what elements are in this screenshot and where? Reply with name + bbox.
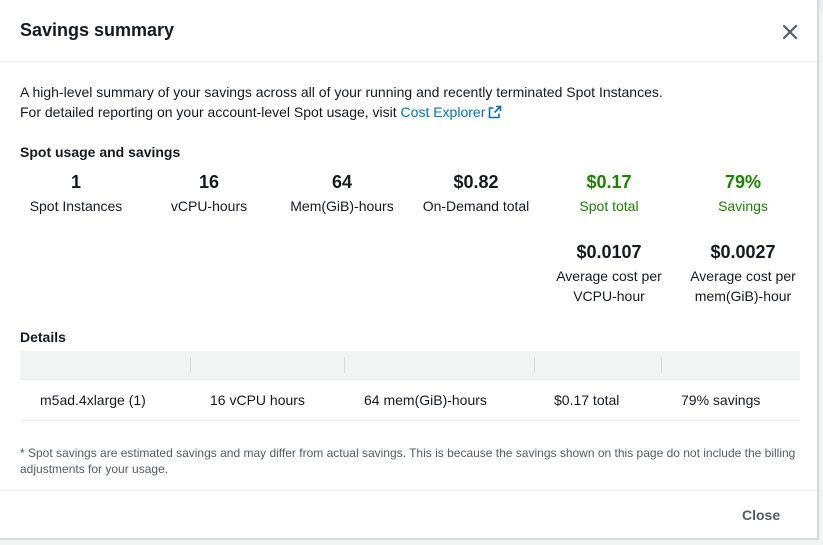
usage-section-heading: Spot usage and savings — [20, 144, 181, 160]
stat-mem-hours: 64 Mem(GiB)-hours — [272, 171, 412, 216]
stat-spot-instances: 1 Spot Instances — [6, 171, 146, 216]
stat-value: 64 — [331, 172, 353, 192]
cell-vcpu-hours: 16 vCPU hours — [210, 392, 305, 408]
stat-vcpu-hours: 16 vCPU-hours — [139, 171, 279, 216]
cell-mem-hours: 64 mem(GiB)-hours — [364, 392, 487, 408]
details-section-heading: Details — [20, 329, 66, 345]
stat-value: 79% — [724, 172, 762, 192]
modal-footer: Close — [0, 490, 817, 540]
stat-label-line-2: VCPU-hour — [573, 288, 645, 304]
intro-line-2-prefix: For detailed reporting on your account-l… — [20, 104, 401, 120]
column-separator — [344, 357, 345, 373]
close-button[interactable]: Close — [730, 505, 792, 525]
intro-line-2: For detailed reporting on your account-l… — [20, 102, 663, 124]
stat-avg-cost-mem: $0.0027 Average cost per mem(GiB)-hour — [673, 241, 813, 306]
stat-on-demand-total: $0.82 On-Demand total — [406, 171, 546, 216]
stat-label-line-1: Average cost per — [690, 268, 796, 284]
column-separator — [534, 357, 535, 373]
stat-savings: 79% Savings — [673, 171, 813, 216]
column-separator — [190, 357, 191, 373]
stat-label: Average cost per VCPU-hour — [539, 266, 679, 306]
stat-label: Savings — [718, 198, 768, 214]
stat-value: $0.17 — [586, 172, 632, 192]
external-link-icon[interactable] — [488, 104, 502, 124]
stat-label: vCPU-hours — [170, 198, 248, 214]
stat-value: 16 — [198, 172, 220, 192]
stat-label-line-2: mem(GiB)-hour — [694, 288, 792, 304]
stat-value: $0.82 — [453, 172, 499, 192]
stat-label: On-Demand total — [422, 198, 530, 214]
stat-spot-total: $0.17 Spot total — [539, 171, 679, 216]
cell-total: $0.17 total — [554, 392, 620, 408]
close-icon[interactable] — [778, 20, 802, 44]
stat-label: Spot total — [579, 198, 639, 214]
cell-savings: 79% savings — [681, 392, 761, 408]
footnote: * Spot savings are estimated savings and… — [20, 446, 796, 476]
table-row: m5ad.4xlarge (1) 16 vCPU hours 64 mem(Gi… — [20, 380, 800, 421]
stat-label-line-1: Average cost per — [556, 268, 662, 284]
intro-text: A high-level summary of your savings acr… — [20, 82, 663, 124]
stat-value: $0.0027 — [710, 242, 776, 262]
cost-explorer-link[interactable]: Cost Explorer — [401, 104, 486, 120]
stat-label: Spot Instances — [29, 198, 123, 214]
details-table: m5ad.4xlarge (1) 16 vCPU hours 64 mem(Gi… — [20, 351, 800, 421]
modal-header: Savings summary — [0, 0, 817, 62]
stat-value: 1 — [70, 172, 81, 192]
column-separator — [661, 357, 662, 373]
stat-avg-cost-vcpu: $0.0107 Average cost per VCPU-hour — [539, 241, 679, 306]
stat-value: $0.0107 — [576, 242, 642, 262]
stat-label: Average cost per mem(GiB)-hour — [673, 266, 813, 306]
cell-instance-type: m5ad.4xlarge (1) — [40, 392, 146, 408]
modal-title: Savings summary — [20, 20, 175, 40]
savings-summary-modal: Savings summary A high-level summary of … — [0, 0, 819, 540]
table-header — [20, 351, 800, 380]
stat-label: Mem(GiB)-hours — [290, 198, 394, 214]
intro-line-1: A high-level summary of your savings acr… — [20, 84, 663, 100]
